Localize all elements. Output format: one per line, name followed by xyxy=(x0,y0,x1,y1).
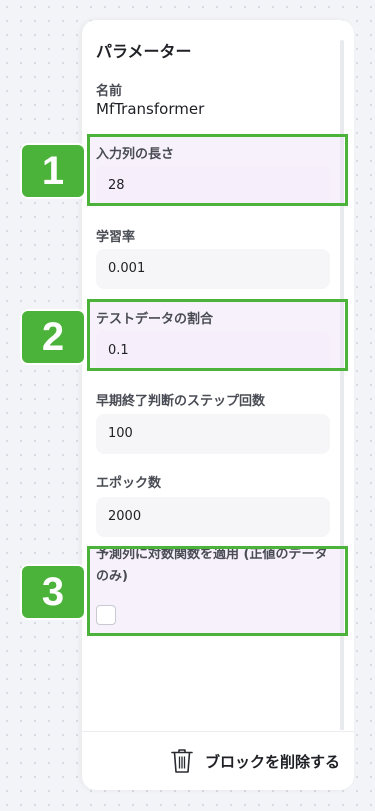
early-stop-field[interactable] xyxy=(96,414,330,454)
name-value: MfTransformer xyxy=(96,100,205,118)
trash-icon xyxy=(171,749,193,773)
early-stop-label: 早期終了判断のステップ回数 xyxy=(96,394,266,409)
panel-footer: ブロックを削除する xyxy=(82,731,354,790)
log-transform-label: 予測列に対数関数を適用 (正値のデータのみ) xyxy=(96,547,328,584)
badge-3: 3 xyxy=(22,566,84,618)
input-length-field[interactable] xyxy=(96,166,330,206)
learning-rate-field[interactable] xyxy=(96,249,330,289)
delete-block-label: ブロックを削除する xyxy=(204,752,340,771)
epochs-field[interactable] xyxy=(96,497,330,537)
panel-scroll-area[interactable]: パラメーター 名前 MfTransformer 入力列の長さ 学習率 テストデー… xyxy=(82,20,354,730)
parameter-panel: パラメーター 名前 MfTransformer 入力列の長さ 学習率 テストデー… xyxy=(82,20,354,790)
badge-2: 2 xyxy=(22,311,84,363)
scrollbar[interactable] xyxy=(340,40,344,730)
badge-1: 1 xyxy=(22,145,84,197)
name-label: 名前 xyxy=(96,84,123,99)
test-ratio-label: テストデータの割合 xyxy=(96,312,214,327)
delete-block-button[interactable]: ブロックを削除する xyxy=(171,746,340,776)
log-transform-checkbox[interactable] xyxy=(96,605,116,625)
learning-rate-label: 学習率 xyxy=(96,230,136,245)
epochs-label: エポック数 xyxy=(96,476,162,491)
test-ratio-field[interactable] xyxy=(96,331,330,371)
panel-title: パラメーター xyxy=(96,42,192,61)
input-length-label: 入力列の長さ xyxy=(96,147,175,162)
